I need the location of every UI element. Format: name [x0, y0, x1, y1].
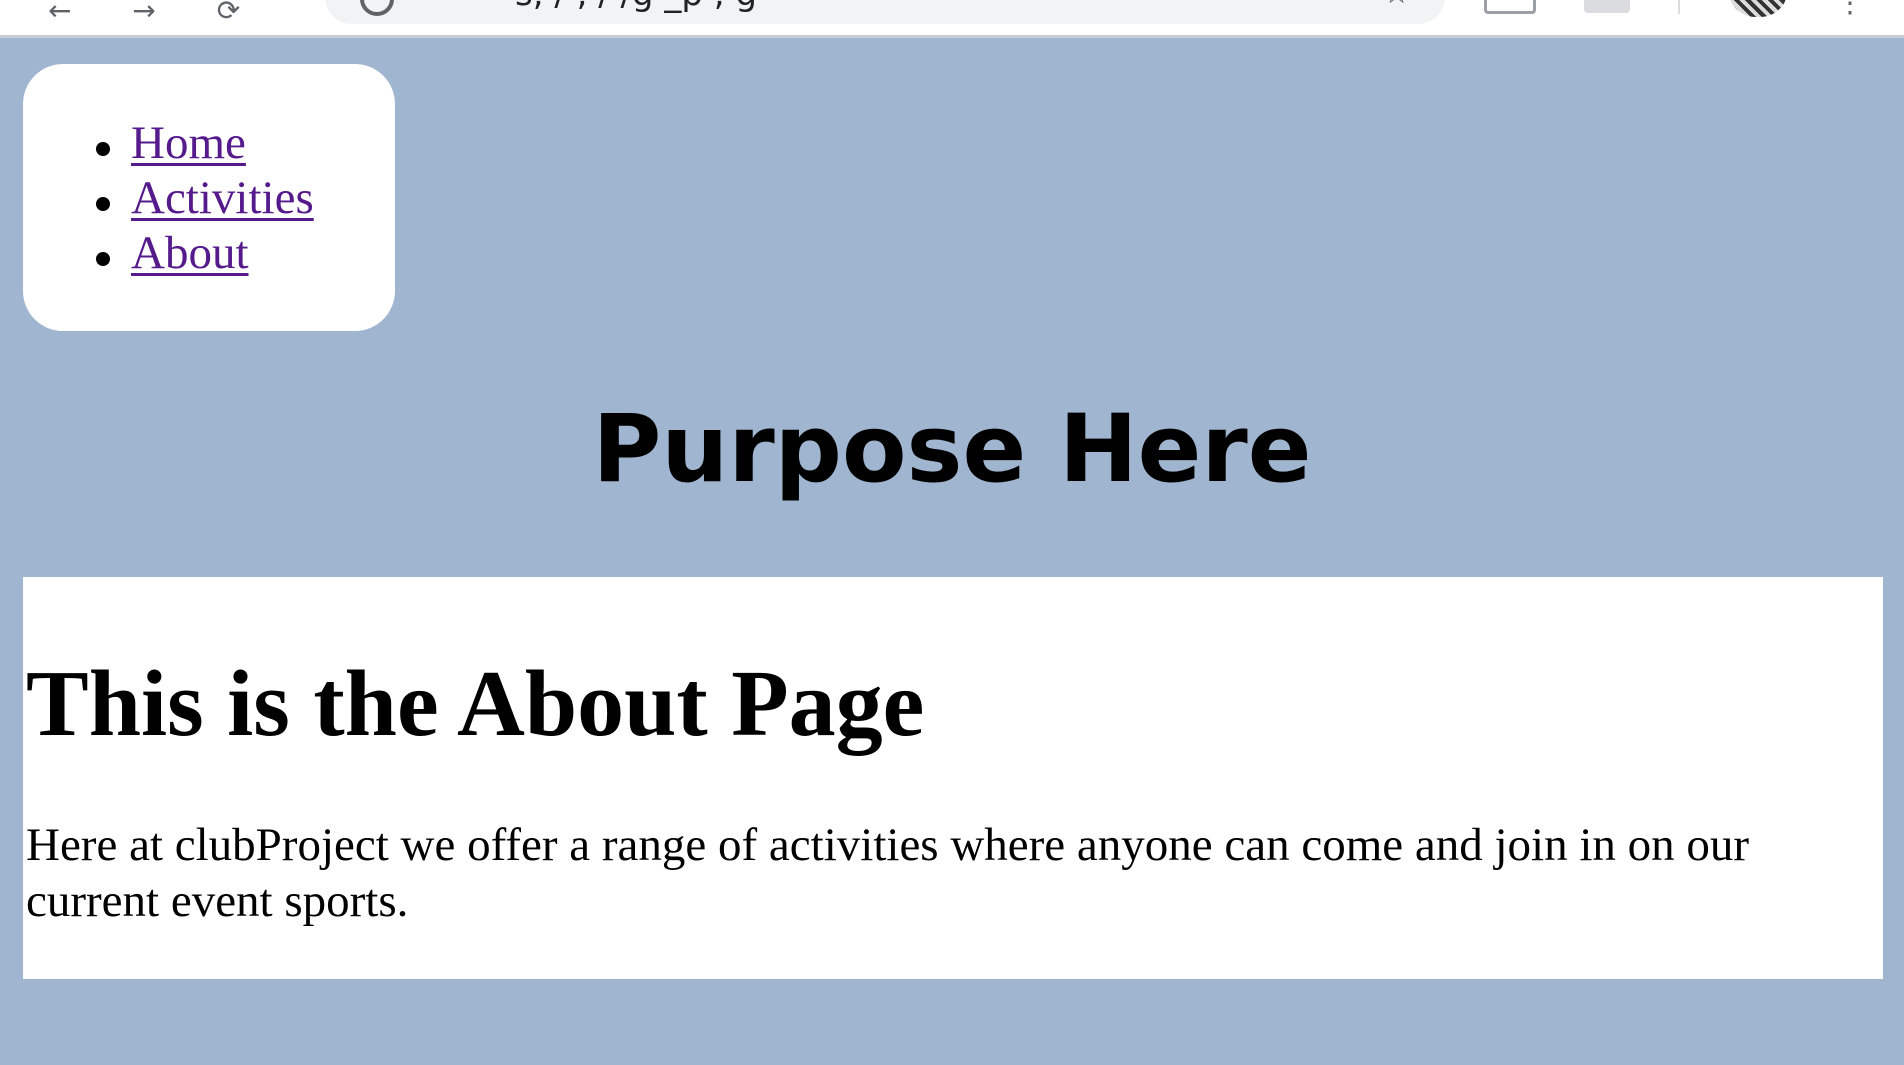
back-arrow-icon[interactable]: ←: [48, 0, 71, 27]
nav-link-home[interactable]: Home: [131, 117, 246, 169]
toolbar-divider: [1678, 0, 1680, 14]
forward-arrow-icon[interactable]: →: [132, 0, 155, 27]
site-info-icon[interactable]: [360, 0, 394, 16]
about-content-card: This is the About Page Here at clubProje…: [23, 577, 1883, 979]
site-nav-card: Home Activities About: [23, 64, 395, 331]
nav-item-home: Home: [96, 116, 314, 171]
nav-item-activities: Activities: [96, 171, 314, 226]
site-nav-list: Home Activities About: [96, 116, 314, 281]
tab-search-icon[interactable]: [1484, 0, 1536, 14]
browser-menu-icon[interactable]: ⋮: [1836, 0, 1864, 19]
extensions-icon[interactable]: [1584, 0, 1630, 13]
browser-toolbar-icons: ⋮: [1484, 0, 1864, 19]
address-bar[interactable]: s, / , / /g _p , g ☆: [325, 0, 1445, 24]
nav-link-activities[interactable]: Activities: [131, 172, 314, 224]
purpose-heading: Purpose Here: [592, 395, 1312, 504]
page-title: This is the About Page: [26, 652, 925, 756]
nav-link-about[interactable]: About: [131, 227, 249, 279]
browser-nav-buttons: ← → ⟳: [48, 0, 292, 27]
nav-item-about: About: [96, 226, 314, 281]
about-paragraph: Here at clubProject we offer a range of …: [26, 819, 1750, 927]
browser-toolbar: ← → ⟳ s, / , / /g _p , g ☆ ⋮: [0, 0, 1904, 38]
reload-icon[interactable]: ⟳: [217, 0, 240, 27]
profile-avatar[interactable]: [1728, 0, 1788, 17]
address-bar-url[interactable]: s, / , / /g _p , g: [515, 0, 757, 14]
bookmark-star-icon[interactable]: ☆: [1383, 0, 1410, 11]
